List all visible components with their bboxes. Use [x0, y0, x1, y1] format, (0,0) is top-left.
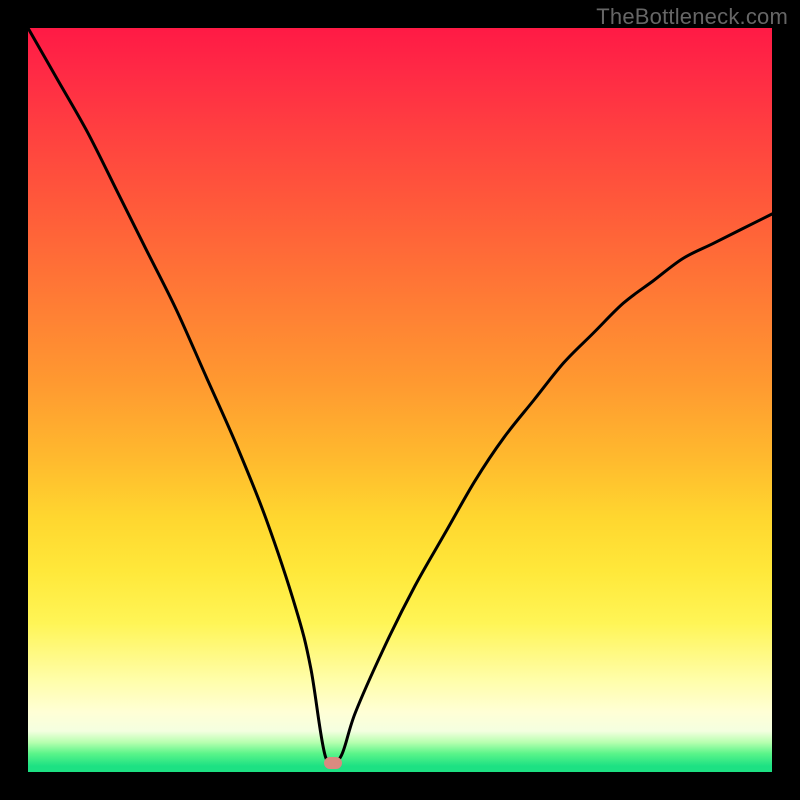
optimal-point-marker	[324, 757, 342, 769]
chart-frame: TheBottleneck.com	[0, 0, 800, 800]
plot-area	[28, 28, 772, 772]
watermark-text: TheBottleneck.com	[596, 4, 788, 30]
bottleneck-curve	[28, 28, 772, 772]
curve-path	[28, 28, 772, 766]
